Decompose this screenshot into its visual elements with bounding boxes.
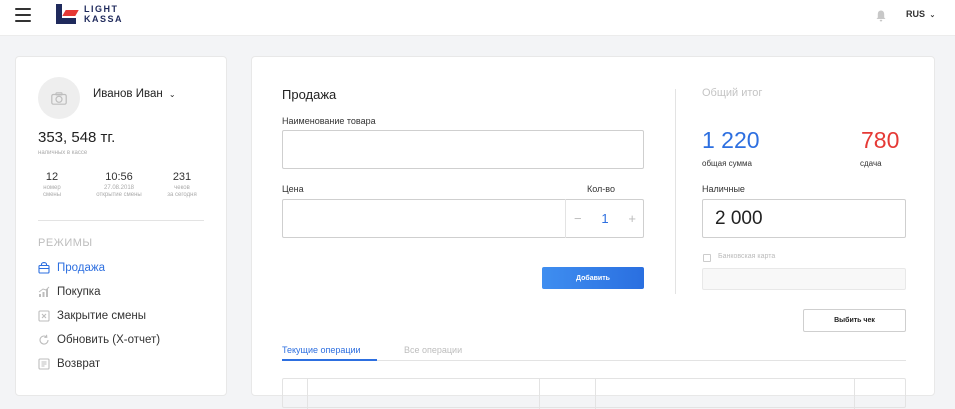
cash-label: Наличные	[702, 184, 745, 194]
quantity-stepper[interactable]: − 1 +	[565, 199, 644, 238]
sale-title: Продажа	[282, 87, 337, 102]
menu-icon[interactable]	[15, 8, 31, 22]
bank-card-checkbox[interactable]	[703, 254, 711, 262]
top-bar: LIGHT KASSA RUS ⌄	[0, 0, 955, 36]
mode-item-return[interactable]: Возврат	[38, 358, 100, 370]
stat-caption: смены	[42, 192, 62, 198]
logo[interactable]: LIGHT KASSA	[56, 2, 123, 26]
stat-caption: открытие смены	[96, 192, 142, 198]
add-button[interactable]: Добавить	[542, 267, 644, 289]
print-receipt-button[interactable]: Выбить чек	[803, 309, 906, 332]
shift-open-time-stat: 10:56 27.08.2018 открытие смены	[84, 171, 154, 199]
modes-title: РЕЖИМЫ	[38, 237, 93, 249]
profile-card: Иванов Иван ⌄ 353, 548 тг. наличных в ка…	[15, 56, 227, 396]
shift-number-stat: 12 номер смены	[26, 171, 78, 199]
language-selector[interactable]: RUS ⌄	[906, 9, 935, 19]
cash-balance: 353, 548 тг.	[38, 129, 116, 146]
change-caption: сдача	[860, 159, 882, 168]
refresh-icon	[38, 334, 50, 346]
mode-item-close-shift[interactable]: Закрытие смены	[38, 310, 146, 322]
total-sum: 1 220	[702, 127, 760, 153]
chevron-down-icon: ⌄	[929, 12, 936, 19]
mode-item-label: Обновить (X-отчет)	[57, 334, 161, 346]
cash-input[interactable]: 2 000	[702, 199, 906, 238]
stat-caption: номер	[43, 185, 61, 191]
stat-value: 231	[172, 171, 192, 183]
active-tab-indicator	[282, 359, 377, 361]
mode-item-label: Возврат	[57, 358, 101, 370]
tab-all-operations[interactable]: Все операции	[404, 345, 462, 355]
sale-card: Продажа Наименование товара Цена Кол-во …	[251, 56, 935, 409]
mode-item-purchase[interactable]: Покупка	[38, 286, 100, 298]
stat-caption: чеков	[174, 185, 190, 191]
chart-icon	[38, 286, 50, 298]
mode-item-x-report[interactable]: Обновить (X-отчет)	[38, 334, 160, 346]
receipts-today-stat: 231 чеков за сегодня	[156, 171, 208, 199]
user-name: Иванов Иван	[93, 88, 163, 100]
plus-icon[interactable]: +	[628, 211, 636, 226]
logo-text: LIGHT KASSA	[84, 4, 123, 24]
total-title: Общий итог	[702, 87, 763, 99]
language-label: RUS	[906, 9, 926, 19]
cash-balance-caption: наличных в кассе	[38, 150, 88, 156]
chevron-down-icon: ⌄	[168, 90, 176, 99]
bank-card-label: Банковская карта	[718, 253, 776, 260]
tab-current-operations[interactable]: Текущие операции	[282, 345, 361, 355]
camera-icon	[51, 91, 67, 105]
cart-icon	[38, 262, 50, 274]
bell-icon[interactable]	[876, 9, 886, 22]
return-icon	[38, 358, 50, 370]
mode-item-label: Закрытие смены	[57, 310, 146, 322]
change-amount: 780	[861, 127, 900, 153]
avatar[interactable]	[38, 77, 80, 119]
logo-mark-icon	[56, 4, 79, 24]
mode-item-sale[interactable]: Продажа	[38, 262, 105, 274]
user-menu[interactable]: Иванов Иван ⌄	[93, 88, 176, 100]
stat-caption: 27.08.2018	[103, 185, 135, 191]
price-label: Цена	[282, 184, 304, 194]
logo-line2: KASSA	[84, 14, 124, 24]
mode-item-label: Продажа	[57, 262, 105, 274]
mode-item-label: Покупка	[57, 286, 101, 298]
stat-value: 10:56	[105, 171, 133, 183]
stat-caption: за сегодня	[167, 192, 197, 198]
close-box-icon	[38, 310, 50, 322]
operations-table	[282, 378, 906, 409]
bank-card-input[interactable]	[702, 268, 906, 290]
stat-value: 12	[45, 171, 59, 183]
product-label: Наименование товара	[282, 116, 376, 126]
quantity-value: 1	[601, 211, 609, 226]
divider	[38, 220, 204, 221]
product-input[interactable]	[282, 130, 644, 169]
minus-icon[interactable]: −	[574, 211, 582, 226]
vertical-divider	[675, 89, 676, 294]
quantity-label: Кол-во	[587, 184, 615, 194]
logo-line1: LIGHT	[84, 4, 119, 14]
total-sum-caption: общая сумма	[702, 159, 752, 168]
